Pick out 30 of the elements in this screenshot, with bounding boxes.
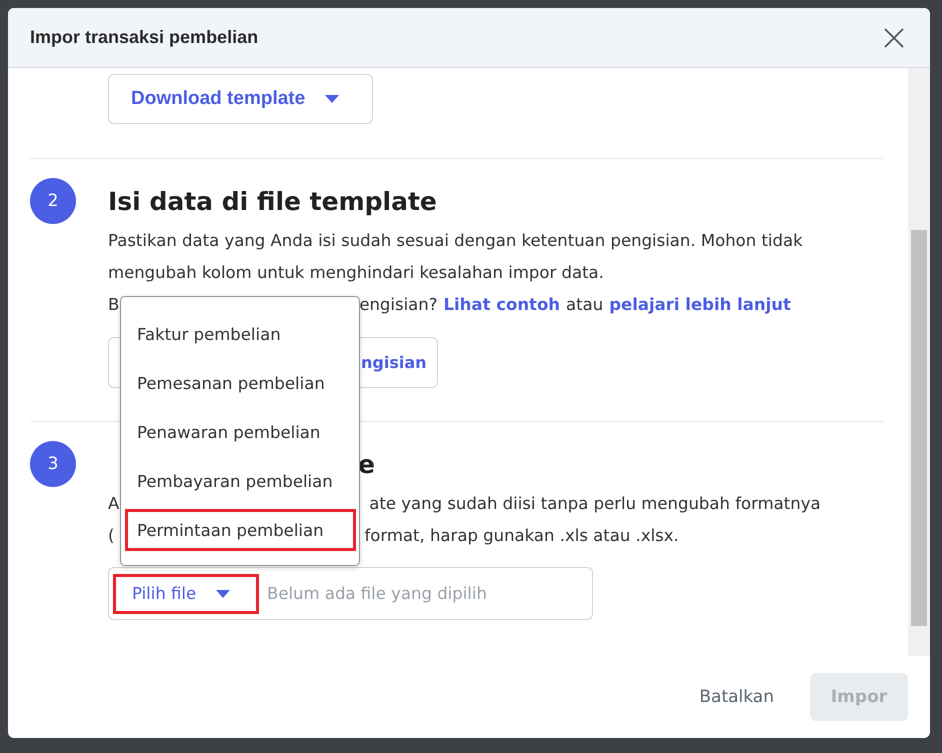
- download-template-button[interactable]: Download template: [108, 74, 373, 124]
- scrollbar[interactable]: [908, 68, 930, 656]
- description-text: ate yang sudah diisi tanpa perlu mengubah formatnya: [369, 494, 821, 512]
- menu-item[interactable]: Pembayaran pembelian: [125, 460, 356, 502]
- choose-file-button[interactable]: Pilih file: [113, 574, 259, 614]
- description-text: (: [108, 526, 114, 544]
- menu-item[interactable]: Faktur pembelian: [125, 313, 356, 355]
- caret-icon: [325, 95, 340, 103]
- file-field[interactable]: Pilih file Belum ada file yang dipilih: [108, 567, 593, 620]
- menu-item[interactable]: Pemesanan pembelian: [125, 362, 356, 404]
- cancel-button[interactable]: Batalkan: [693, 686, 780, 708]
- help-text: atau: [566, 294, 604, 314]
- menu-item[interactable]: Penawaran pembelian: [125, 411, 356, 453]
- step-number: 2: [30, 178, 76, 224]
- description-text: format, harap gunakan .xls atau .xlsx.: [364, 526, 679, 544]
- step-title: e: [358, 450, 375, 478]
- caret-icon: [216, 590, 230, 598]
- help-text: engisian?: [359, 294, 438, 314]
- menu-item[interactable]: Permintaan pembelian: [125, 509, 356, 551]
- step-number: 3: [30, 441, 76, 487]
- learn-more-link[interactable]: pelajari lebih lanjut: [609, 294, 791, 314]
- example-link[interactable]: Lihat contoh: [444, 294, 560, 314]
- description-text: mengubah kolom untuk menghindari kesalahan impor data.: [108, 262, 604, 282]
- step-title: Isi data di file template: [108, 186, 437, 216]
- description-text: A: [108, 494, 120, 512]
- close-button[interactable]: [884, 28, 904, 48]
- file-placeholder: Belum ada file yang dipilih: [267, 584, 487, 603]
- help-text: B: [108, 294, 120, 314]
- dialog-title: Impor transaksi pembelian: [30, 27, 258, 48]
- description-text: Pastikan data yang Anda isi sudah sesuai dengan ketentuan pengisian. Mohon tidak: [108, 230, 803, 250]
